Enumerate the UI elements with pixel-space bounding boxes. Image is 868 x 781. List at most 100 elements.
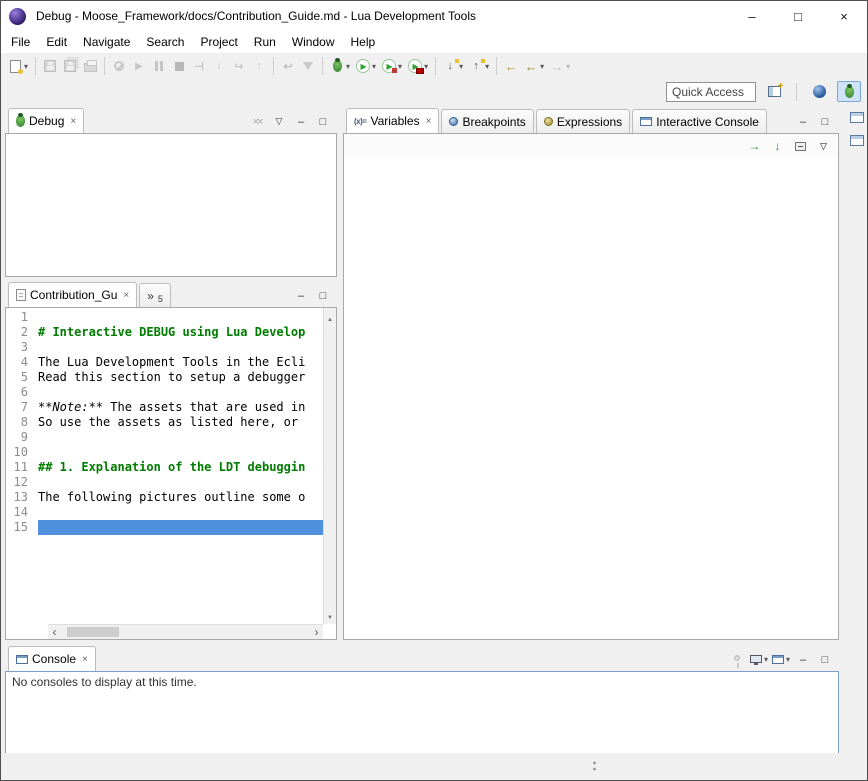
menu-file[interactable]: File [3, 32, 38, 52]
editor-line[interactable]: 10 [6, 445, 323, 460]
back-button[interactable] [521, 55, 547, 77]
menu-window[interactable]: Window [284, 32, 343, 52]
step-over-button [229, 55, 249, 77]
save-all-button [60, 55, 80, 77]
minimized-view-icon[interactable] [850, 135, 864, 146]
tab-variables[interactable]: (x)= Variables × [346, 108, 439, 133]
editor-line[interactable]: 8So use the assets as listed here, or [6, 415, 323, 430]
editor-vertical-scrollbar[interactable] [323, 308, 336, 624]
save-button [40, 55, 60, 77]
debug-maximize-button[interactable] [313, 113, 333, 130]
editor-line[interactable]: 1 [6, 310, 323, 325]
tab-expressions-label: Expressions [557, 115, 622, 129]
editor-text[interactable]: 1 2# Interactive DEBUG using Lua Develop… [6, 310, 323, 624]
app-icon[interactable] [9, 8, 26, 25]
run-button[interactable] [353, 55, 379, 77]
editor-current-line[interactable]: 15 [6, 520, 323, 535]
scrollbar-thumb[interactable] [67, 627, 119, 637]
menu-run[interactable]: Run [246, 32, 284, 52]
scroll-right-icon[interactable] [310, 625, 323, 639]
tab-contribution-guide[interactable]: Contribution_Gu × [8, 282, 137, 307]
editor-line[interactable]: 7**Note:** The assets that are used in [6, 400, 323, 415]
debug-button[interactable] [327, 55, 353, 77]
next-annotation-button[interactable] [440, 55, 466, 77]
show-logical-structure-button[interactable] [745, 137, 764, 155]
console-maximize-button[interactable] [815, 651, 835, 668]
run-icon [356, 59, 370, 73]
close-icon[interactable]: × [123, 290, 129, 301]
variables-minimize-button[interactable] [793, 113, 813, 130]
skip-all-breakpoints-icon [114, 61, 124, 71]
editor-horizontal-scrollbar[interactable] [48, 624, 323, 639]
save-icon [44, 60, 56, 72]
close-icon[interactable]: × [70, 116, 76, 127]
scrollbar-track[interactable] [61, 625, 310, 639]
editor-line[interactable]: 9 [6, 430, 323, 445]
forward-button [547, 55, 573, 77]
coverage-icon [382, 59, 396, 73]
new-button[interactable] [5, 55, 31, 77]
markdown-editor[interactable]: 1 2# Interactive DEBUG using Lua Develop… [5, 307, 337, 640]
display-selected-console-button[interactable] [749, 651, 769, 668]
sash-grip[interactable] [593, 760, 596, 772]
editor-line[interactable]: 2# Interactive DEBUG using Lua Develop [6, 325, 323, 340]
perspective-debug-button[interactable] [837, 81, 861, 102]
pin-console-icon [734, 655, 740, 661]
back-icon [524, 58, 538, 74]
hidden-editors-chevron[interactable]: 5 [139, 283, 171, 307]
tab-interactive-console[interactable]: Interactive Console [632, 109, 767, 133]
tab-breakpoints[interactable]: Breakpoints [441, 109, 533, 133]
menu-navigate[interactable]: Navigate [75, 32, 138, 52]
menu-project[interactable]: Project [192, 32, 245, 52]
editor-line[interactable]: 13The following pictures outline some o [6, 490, 323, 505]
external-tools-button[interactable] [405, 55, 431, 77]
close-icon[interactable]: × [426, 116, 432, 127]
menu-edit[interactable]: Edit [38, 32, 75, 52]
show-static-variables-button[interactable] [768, 137, 787, 155]
last-edit-location-button[interactable] [501, 55, 521, 77]
line-number: 7 [6, 400, 38, 415]
variables-view-content [343, 133, 839, 640]
editor-line[interactable]: 4The Lua Development Tools in the Ecli [6, 355, 323, 370]
window-close-button[interactable]: × [821, 1, 867, 31]
editor-line[interactable]: 5Read this section to setup a debugger [6, 370, 323, 385]
window-minimize-button[interactable] [729, 1, 775, 31]
previous-annotation-button[interactable] [466, 55, 492, 77]
editor-line[interactable]: 14 [6, 505, 323, 520]
editor-maximize-button[interactable] [313, 287, 333, 304]
line-text: **Note:** The assets that are used in [38, 400, 323, 415]
scroll-up-icon[interactable] [327, 310, 333, 324]
open-perspective-button[interactable] [762, 81, 786, 102]
debug-view-menu-button[interactable] [269, 113, 289, 130]
editor-line[interactable]: 6 [6, 385, 323, 400]
collapse-all-button[interactable] [791, 137, 810, 155]
variables-maximize-button[interactable] [815, 113, 835, 130]
tab-expressions[interactable]: Expressions [536, 109, 630, 133]
variables-view-menu-button[interactable] [814, 137, 833, 155]
remove-all-terminated-button [247, 113, 267, 130]
line-number: 10 [6, 445, 38, 460]
scroll-down-icon[interactable] [327, 608, 333, 622]
editor-line[interactable]: 12 [6, 475, 323, 490]
perspective-lua-button[interactable] [807, 81, 831, 102]
line-text: Read this section to setup a debugger [38, 370, 323, 385]
debug-minimize-button[interactable] [291, 113, 311, 130]
tab-debug[interactable]: Debug × [8, 108, 84, 133]
line-text [38, 520, 323, 535]
coverage-button[interactable] [379, 55, 405, 77]
scroll-left-icon[interactable] [48, 625, 61, 639]
open-console-button[interactable] [771, 651, 791, 668]
editor-minimize-button[interactable] [291, 287, 311, 304]
editor-line[interactable]: 11## 1. Explanation of the LDT debuggin [6, 460, 323, 475]
quick-access-input[interactable]: Quick Access [666, 82, 756, 102]
editor-line[interactable]: 3 [6, 340, 323, 355]
window-maximize-button[interactable] [775, 1, 821, 31]
console-minimize-button[interactable] [793, 651, 813, 668]
close-icon[interactable]: × [82, 654, 88, 665]
minimized-view-restore-icon[interactable] [850, 112, 864, 123]
variables-view-stack: (x)= Variables × Breakpoints Expressions… [343, 107, 839, 641]
menu-search[interactable]: Search [138, 32, 192, 52]
tab-console[interactable]: Console × [8, 646, 96, 671]
hidden-editors-count: 5 [158, 294, 163, 304]
menu-help[interactable]: Help [343, 32, 384, 52]
